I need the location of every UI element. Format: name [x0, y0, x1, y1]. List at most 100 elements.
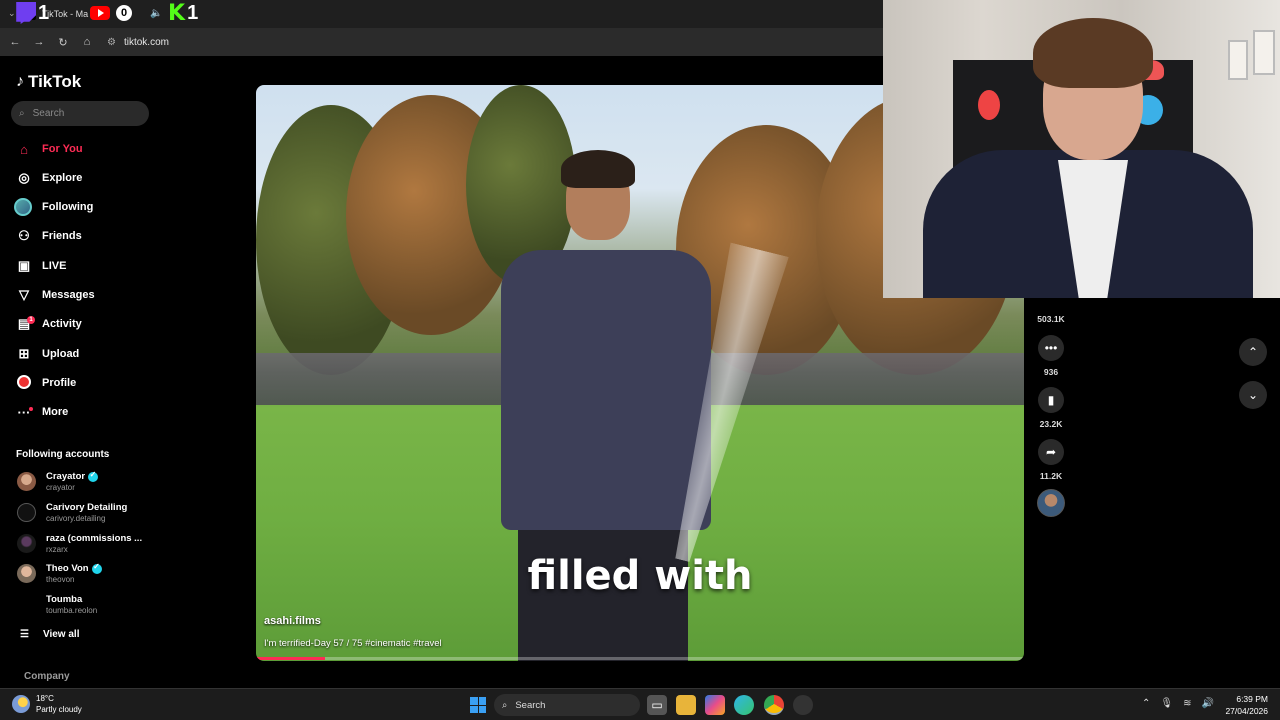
following-account[interactable]: raza (commissions ... rxzarx	[17, 533, 142, 554]
more-dot	[29, 406, 33, 411]
bookmark-icon: ▮	[1038, 387, 1064, 413]
file-explorer-icon[interactable]	[676, 695, 696, 715]
obs-icon[interactable]	[793, 695, 813, 715]
like-button[interactable]: 503.1K	[1036, 296, 1066, 324]
edge-icon[interactable]	[734, 695, 754, 715]
video-progress-bar[interactable]	[256, 657, 1024, 660]
youtube-count: 0	[116, 5, 132, 21]
share-icon: ➦	[1038, 439, 1064, 465]
twitch-count: 1	[38, 1, 50, 24]
nav-upload[interactable]: ⊞ Upload	[16, 344, 80, 364]
progress-fill	[256, 657, 326, 660]
nav-label: Profile	[42, 377, 77, 389]
tiktok-logo[interactable]: ♪ TikTok	[16, 72, 81, 92]
windows-start-icon[interactable]	[470, 697, 486, 713]
avatar	[17, 595, 36, 614]
search-input[interactable]	[32, 108, 133, 119]
creator-avatar[interactable]	[1037, 489, 1065, 517]
nav-explore[interactable]: ◎ Explore	[16, 168, 82, 188]
windows-taskbar: 18°C Partly cloudy ⌕ Search ▭ ⌃ 🎙 ≋ 🔊 6:…	[0, 688, 1280, 720]
account-name: Carivory Detailing	[46, 502, 128, 513]
home-button-icon[interactable]: ⌂	[75, 36, 99, 48]
messages-icon: ▽	[19, 287, 29, 302]
company-link[interactable]: Company	[24, 671, 70, 682]
avatar	[17, 503, 36, 522]
partly-cloudy-icon	[12, 695, 30, 713]
copilot-icon[interactable]	[705, 695, 725, 715]
previous-video-button[interactable]: ⌃	[1239, 338, 1267, 366]
wifi-icon[interactable]: ≋	[1183, 698, 1191, 709]
nav-messages[interactable]: ▽ Messages	[16, 285, 95, 305]
following-account[interactable]: Theo Von theovon	[17, 562, 102, 584]
comment-button[interactable]: ••• 936	[1036, 335, 1066, 377]
nav-label: More	[42, 406, 69, 418]
clock[interactable]: 6:39 PM 27/04/2026	[1222, 693, 1268, 717]
wall-frame	[1253, 30, 1275, 75]
search-box[interactable]: ⌕	[11, 101, 149, 126]
volume-icon[interactable]: 🔊	[1201, 698, 1213, 709]
kick-viewer-badge: K 1	[168, 0, 199, 26]
chrome-icon[interactable]	[764, 695, 784, 715]
date: 27/04/2026	[1225, 706, 1268, 716]
weather-widget[interactable]: 18°C Partly cloudy	[12, 693, 82, 715]
bookmark-count: 23.2K	[1039, 419, 1063, 429]
video-caption-overlay: filled with	[527, 553, 753, 599]
nav-profile[interactable]: Profile	[16, 373, 76, 393]
search-icon: ⌕	[502, 699, 508, 711]
nav-more[interactable]: ··· More	[16, 402, 69, 422]
following-account[interactable]: Crayator crayator	[17, 470, 99, 492]
comment-count: 936	[1043, 367, 1059, 377]
account-name: raza (commissions ...	[46, 533, 143, 544]
task-view-icon[interactable]: ▭	[647, 695, 667, 715]
account-name: Theo Von	[46, 563, 89, 574]
avatar	[17, 534, 36, 553]
chevron-down-icon: ⌄	[1247, 388, 1259, 402]
next-video-button[interactable]: ⌄	[1239, 381, 1267, 409]
logo-text: TikTok	[28, 72, 82, 91]
account-handle: toumba.reolon	[46, 606, 98, 615]
back-arrow-icon[interactable]: ←	[3, 36, 27, 48]
account-handle: rxzarx	[46, 545, 68, 554]
microphone-icon[interactable]: 🎙	[1160, 698, 1173, 709]
activity-badge: 1	[27, 316, 35, 324]
nav-friends[interactable]: ⚇ Friends	[16, 226, 82, 246]
forward-arrow-icon[interactable]: →	[27, 36, 51, 48]
view-all-label: View all	[42, 629, 80, 640]
nav-label: For You	[42, 143, 83, 155]
account-handle: carivory.detailing	[46, 514, 106, 523]
nav-activity[interactable]: ▤ 1 Activity	[16, 314, 82, 334]
twitch-icon	[16, 2, 36, 24]
address-bar[interactable]: ⚙ tiktok.com	[107, 37, 169, 48]
view-all-button[interactable]: ☰ View all	[20, 629, 79, 640]
nav-for-you[interactable]: ⌂ For You	[16, 139, 83, 159]
video-author[interactable]: asahi.films	[264, 615, 321, 627]
avatar	[17, 472, 36, 491]
temperature: 18°C	[36, 694, 54, 703]
nav-live[interactable]: ▣ LIVE	[16, 256, 67, 276]
kick-icon: K	[168, 0, 186, 26]
avatar-icon	[14, 198, 32, 216]
following-account[interactable]: Toumba toumba.reolon	[17, 594, 97, 615]
youtube-viewer-badge: 0	[90, 1, 132, 25]
nav-label: Upload	[42, 348, 80, 360]
avatar	[17, 564, 36, 583]
reload-icon[interactable]: ↻	[51, 36, 75, 49]
share-button[interactable]: ➦ 11.2K	[1036, 439, 1066, 481]
like-count: 503.1K	[1037, 314, 1065, 324]
wall-frame	[1228, 40, 1248, 80]
time: 6:39 PM	[1236, 694, 1268, 704]
kick-count: 1	[187, 1, 199, 24]
bookmark-button[interactable]: ▮ 23.2K	[1036, 387, 1066, 429]
taskbar-search[interactable]: ⌕ Search	[494, 694, 640, 716]
following-accounts-heading: Following accounts	[16, 449, 110, 460]
chevron-up-icon[interactable]: ⌃	[1142, 698, 1150, 709]
account-name: Crayator	[46, 471, 86, 482]
comment-icon: •••	[1038, 335, 1064, 361]
nav-following[interactable]: Following	[14, 197, 93, 217]
following-account[interactable]: Carivory Detailing carivory.detailing	[17, 502, 127, 523]
person-hair	[561, 150, 635, 188]
figurine	[978, 90, 1000, 120]
site-info-icon[interactable]: ⚙	[107, 37, 116, 48]
tab-audio-icon[interactable]: 🔈	[150, 8, 162, 19]
video-description: I'm terrified-Day 57 / 75 #cinematic #tr…	[264, 638, 442, 649]
